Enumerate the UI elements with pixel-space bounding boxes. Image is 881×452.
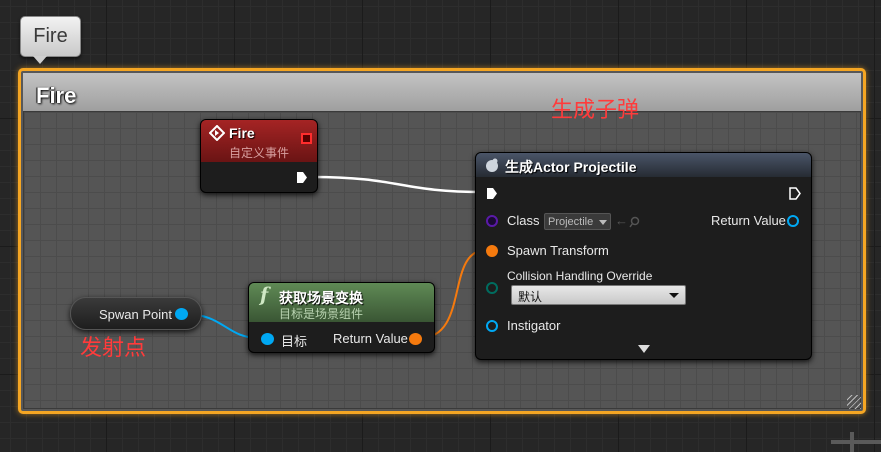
plus-icon bbox=[831, 440, 881, 444]
chevron-down-icon bbox=[599, 220, 607, 225]
get-transform-subtitle: 目标是场景组件 bbox=[279, 307, 364, 321]
transform-return-value-label: Return Value bbox=[333, 331, 408, 346]
spwan-point-out-pin[interactable] bbox=[175, 308, 188, 320]
spawn-actor-title: 生成Actor Projectile bbox=[505, 159, 637, 175]
transform-return-value-pin[interactable] bbox=[409, 333, 422, 345]
target-label: 目标 bbox=[281, 334, 308, 349]
get-transform-header: f 获取场景变换 目标是场景组件 bbox=[249, 283, 434, 322]
collision-pin[interactable] bbox=[486, 282, 498, 294]
expand-advanced-icon[interactable] bbox=[638, 345, 650, 353]
spwan-point-label: Spwan Point bbox=[99, 307, 172, 322]
spwan-point-variable-node[interactable]: Spwan Point bbox=[70, 297, 202, 330]
class-label: Class bbox=[507, 213, 540, 228]
delegate-pin-icon[interactable] bbox=[301, 133, 312, 144]
event-diamond-icon bbox=[209, 125, 225, 141]
spawn-exec-in-pin[interactable] bbox=[486, 187, 498, 200]
collision-dropdown[interactable]: 默认 bbox=[511, 285, 686, 305]
spawn-actor-header: 生成Actor Projectile bbox=[476, 153, 811, 177]
annotation-spawn-bullet: 生成子弹 bbox=[551, 98, 640, 123]
spawn-actor-node[interactable]: 生成Actor Projectile Class Projectile ← Re… bbox=[475, 152, 812, 360]
collision-dropdown-value: 默认 bbox=[518, 290, 543, 304]
fire-exec-out-pin[interactable] bbox=[296, 171, 308, 184]
instigator-pin[interactable] bbox=[486, 320, 498, 332]
function-icon: f bbox=[260, 284, 269, 306]
instigator-label: Instigator bbox=[507, 318, 561, 333]
return-value-label: Return Value bbox=[711, 213, 786, 228]
use-selected-arrow-icon[interactable]: ← bbox=[615, 213, 628, 228]
annotation-fire-point: 发射点 bbox=[80, 336, 147, 361]
fire-event-subtitle: 自定义事件 bbox=[229, 146, 290, 160]
class-dropdown-value: Projectile bbox=[548, 216, 594, 228]
spawn-transform-pin[interactable] bbox=[486, 245, 498, 257]
spawn-actor-icon bbox=[486, 158, 498, 172]
browse-search-icon[interactable] bbox=[629, 216, 641, 228]
fire-event-node[interactable]: Fire 自定义事件 bbox=[200, 119, 318, 193]
class-pin[interactable] bbox=[486, 215, 498, 227]
plus-icon-vertical bbox=[850, 432, 854, 452]
chevron-down-icon bbox=[669, 293, 679, 298]
spawn-transform-label: Spawn Transform bbox=[507, 243, 609, 258]
fire-event-title: Fire bbox=[229, 125, 255, 141]
spawn-exec-out-pin[interactable] bbox=[789, 187, 801, 200]
collision-label: Collision Handling Override bbox=[507, 269, 653, 283]
target-pin[interactable] bbox=[261, 333, 274, 345]
fire-event-header: Fire 自定义事件 bbox=[201, 120, 317, 162]
get-transform-node[interactable]: f 获取场景变换 目标是场景组件 目标 Return Value bbox=[248, 282, 435, 353]
exec-wire bbox=[311, 175, 485, 194]
return-value-out-pin[interactable] bbox=[787, 215, 799, 227]
class-dropdown[interactable]: Projectile bbox=[544, 213, 611, 230]
